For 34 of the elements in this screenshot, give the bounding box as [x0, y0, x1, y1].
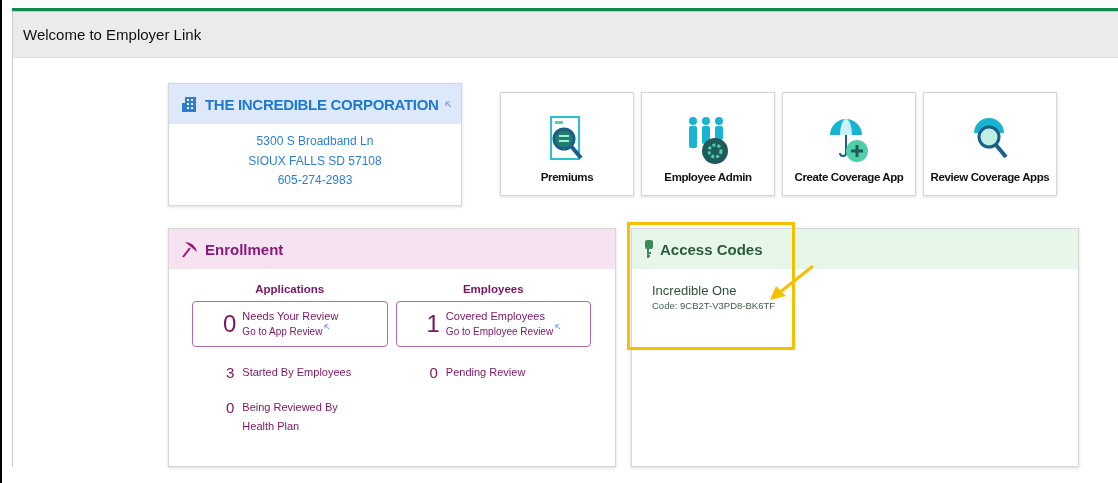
company-name-link[interactable]: THE INCREDIBLE CORPORATION — [205, 95, 439, 113]
review-link[interactable]: Go to Employee Review — [445, 324, 554, 340]
external-link-icon — [444, 100, 452, 108]
external-link-icon — [324, 324, 331, 330]
card-title: Access Codes — [660, 240, 763, 258]
key-icon — [644, 239, 654, 259]
count: 0 — [226, 398, 235, 418]
status-label: Started By Employees — [242, 365, 353, 380]
status-label: Being Reviewed By Health Plan — [242, 400, 339, 434]
summary-label: Needs Your Review — [242, 309, 339, 324]
column-heading: Applications — [254, 283, 326, 295]
people-gear-icon — [687, 115, 729, 167]
address-line: 5300 S Broadband Ln — [255, 133, 375, 150]
status-label: Pending Review — [445, 365, 527, 380]
address-line: 605-274-2983 — [276, 172, 354, 189]
access-code: Code: 9CB2T-V3PD8-BK6TF — [652, 300, 777, 311]
shortcut-tile[interactable]: Review Coverage Apps — [923, 92, 1057, 196]
summary-label: Covered Employees — [445, 309, 546, 324]
building-icon — [181, 95, 199, 113]
column-heading: Employees — [461, 283, 525, 295]
review-link[interactable]: Go to App Review — [242, 324, 323, 340]
code-name: Incredible One — [652, 283, 738, 298]
shortcut-tile[interactable]: Premiums — [500, 92, 634, 196]
count: 0 — [429, 363, 438, 382]
address-line: SIOUX FALLS SD 57108 — [247, 152, 383, 170]
count: 3 — [226, 363, 235, 382]
count: 0 — [223, 310, 237, 338]
window-title: Welcome to Employer Link — [23, 26, 202, 43]
external-link-icon — [555, 324, 562, 330]
shortcut-tile[interactable]: Employee Admin — [641, 92, 775, 196]
count: 1 — [426, 310, 440, 338]
pointer-arrow — [767, 263, 817, 303]
card-title: Enrollment — [205, 240, 284, 258]
shortcut-tile[interactable]: Create Coverage App — [782, 92, 916, 196]
